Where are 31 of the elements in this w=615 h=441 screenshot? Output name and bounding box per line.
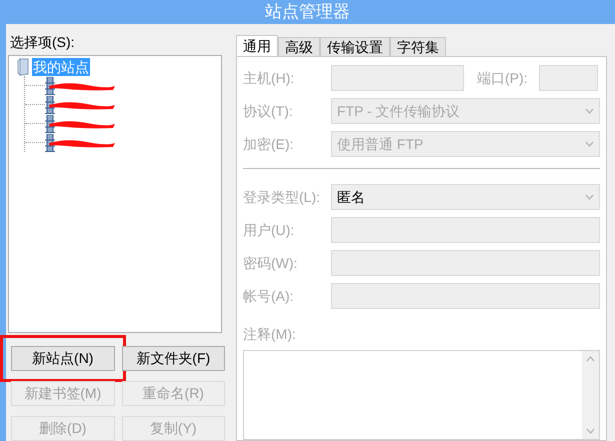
chevron-down-icon xyxy=(585,194,594,200)
field-label: 登录类型(L): xyxy=(243,188,321,207)
window-title: 站点管理器 xyxy=(265,1,350,24)
action-button[interactable]: 新文件夹(F) xyxy=(122,346,225,371)
port-field[interactable] xyxy=(539,65,598,91)
tree-item[interactable]: 我的站点 xyxy=(32,58,90,76)
site-tree[interactable]: 我的站点 xyxy=(8,55,222,333)
field-label: 主机(H): xyxy=(243,68,296,88)
tab[interactable]: 字符集 xyxy=(390,37,446,56)
scrollbar[interactable] xyxy=(582,351,599,439)
tab[interactable]: 通用 xyxy=(236,35,278,56)
field-label: 帐号(A): xyxy=(243,286,295,306)
field-label: 用户(U): xyxy=(243,220,296,240)
folder-icon xyxy=(17,58,29,76)
field-label: 密码(W): xyxy=(243,254,298,273)
chevron-down-icon xyxy=(586,428,595,434)
tab[interactable]: 高级 xyxy=(278,37,320,56)
chevron-down-icon xyxy=(585,108,594,114)
field-label: 注释(M): xyxy=(243,325,297,344)
select-label: 选择项(S): xyxy=(10,33,76,51)
field-label: 加密(E): xyxy=(243,134,295,154)
field-label: 端口(P): xyxy=(477,68,529,88)
input-field[interactable] xyxy=(331,217,600,243)
chevron-down-icon xyxy=(585,141,594,147)
action-button[interactable]: 新站点(N) xyxy=(11,346,114,371)
field-label: 协议(T): xyxy=(243,102,294,121)
comment-field[interactable] xyxy=(243,350,600,440)
tab[interactable]: 传输设置 xyxy=(320,37,390,56)
input-field[interactable] xyxy=(331,283,600,309)
chevron-up-icon xyxy=(586,356,595,362)
input-field[interactable] xyxy=(331,250,600,276)
